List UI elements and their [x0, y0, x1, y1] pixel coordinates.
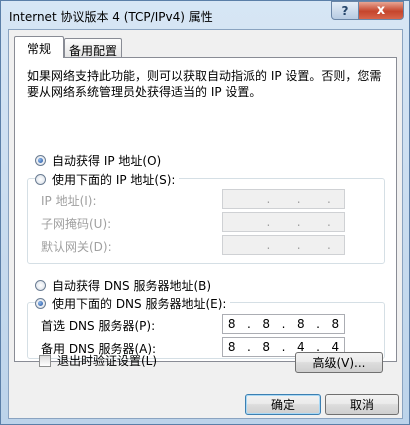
radio-auto-dns[interactable]: 自动获得 DNS 服务器地址(B) [35, 277, 211, 294]
tab-general[interactable]: 常规 [14, 36, 64, 58]
dialog-window: Internet 协议版本 4 (TCP/IPv4) 属性 ? x 常规 备用配… [0, 0, 410, 425]
default-gateway-field[interactable]: ... [222, 235, 345, 255]
dialog-client: 常规 备用配置 如果网络支持此功能，则可以获取自动指派的 IP 设置。否则，您需… [8, 29, 403, 419]
radio-indicator-off [35, 174, 46, 185]
advanced-button[interactable]: 高级(V)... [295, 352, 383, 373]
radio-auto-ip-label: 自动获得 IP 地址(O) [52, 154, 162, 168]
close-icon: x [376, 3, 386, 18]
tab-alternate-config[interactable]: 备用配置 [64, 38, 122, 58]
default-gateway-label: 默认网关(D): [41, 240, 112, 254]
validate-on-exit-checkbox[interactable]: 退出时验证设置(L) [39, 352, 157, 369]
ip-address-label: IP 地址(I): [41, 194, 97, 208]
radio-indicator-on [35, 155, 46, 166]
radio-indicator-on [35, 298, 46, 309]
validate-on-exit-label: 退出时验证设置(L) [57, 354, 158, 368]
radio-auto-ip[interactable]: 自动获得 IP 地址(O) [35, 152, 161, 169]
radio-manual-dns[interactable]: 使用下面的 DNS 服务器地址(E): [35, 295, 231, 312]
help-icon: ? [341, 3, 349, 18]
radio-manual-ip[interactable]: 使用下面的 IP 地址(S): [35, 171, 180, 188]
preferred-dns-label: 首选 DNS 服务器(P): [41, 319, 156, 333]
ip-address-field[interactable]: ... [222, 189, 345, 209]
close-button[interactable]: x [358, 1, 404, 20]
radio-manual-ip-label: 使用下面的 IP 地址(S): [52, 173, 176, 187]
radio-auto-dns-label: 自动获得 DNS 服务器地址(B) [52, 279, 212, 293]
subnet-mask-label: 子网掩码(U): [41, 217, 112, 231]
description-text: 如果网络支持此功能，则可以获取自动指派的 IP 设置。否则，您需要从网络系统管理… [27, 69, 382, 99]
radio-indicator-off [35, 280, 46, 291]
cancel-button[interactable]: 取消 [325, 394, 399, 415]
window-title: Internet 协议版本 4 (TCP/IPv4) 属性 [9, 10, 213, 24]
tab-panel-general: 如果网络支持此功能，则可以获取自动指派的 IP 设置。否则，您需要从网络系统管理… [14, 57, 397, 362]
preferred-dns-field[interactable]: 8.8.8.8 [222, 314, 345, 334]
radio-manual-dns-label: 使用下面的 DNS 服务器地址(E): [52, 297, 227, 311]
subnet-mask-field[interactable]: ... [222, 212, 345, 232]
help-button[interactable]: ? [331, 1, 359, 20]
ok-button[interactable]: 确定 [245, 394, 321, 415]
title-bar[interactable]: Internet 协议版本 4 (TCP/IPv4) 属性 ? x [1, 1, 409, 29]
checkbox-box [39, 354, 51, 367]
